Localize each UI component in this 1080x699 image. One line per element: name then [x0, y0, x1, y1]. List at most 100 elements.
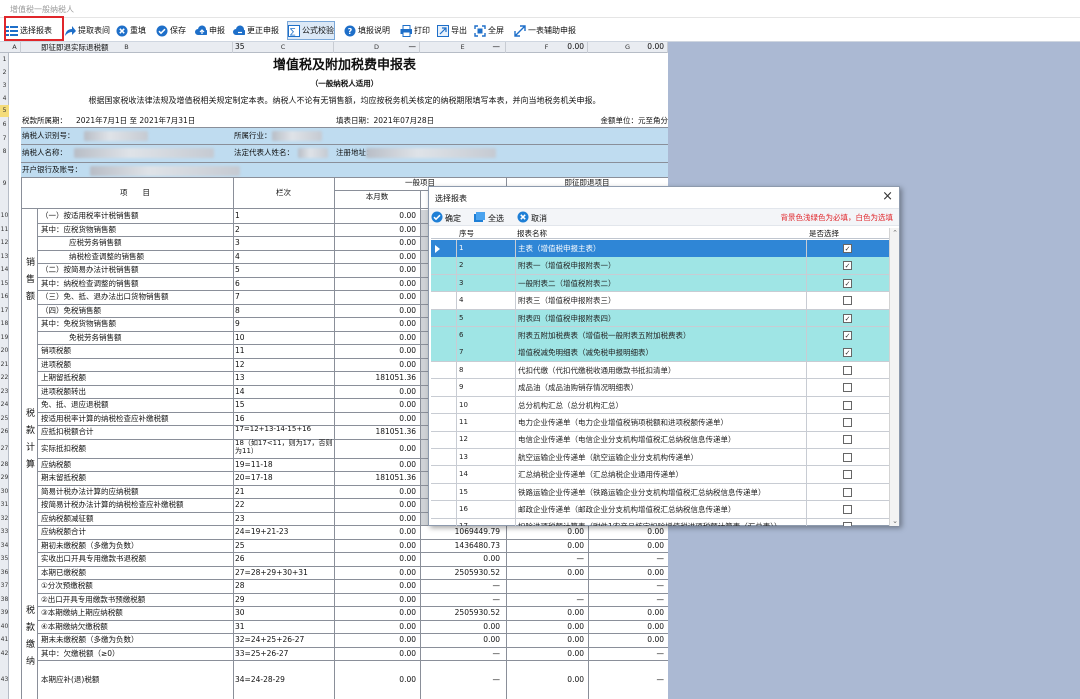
report-row[interactable]: 8 代扣代缴（代扣代缴税收通用缴款书抵扣清单）	[431, 361, 889, 380]
row-accumulated: —	[492, 675, 501, 684]
row-header[interactable]: 29	[0, 471, 9, 485]
report-row[interactable]: 1 主表（增值税申报主表） ✓	[431, 240, 889, 258]
report-row[interactable]: 5 附表四（增值税申报附表四） ✓	[431, 309, 889, 328]
row-header[interactable]: 41	[0, 633, 9, 647]
row-header[interactable]: 23	[0, 385, 9, 399]
row-header[interactable]: 15	[0, 277, 9, 291]
report-row[interactable]: 2 附表一（增值税申报附表一） ✓	[431, 257, 889, 275]
toolbar-button-12[interactable]: 一表辅助申报	[514, 21, 576, 40]
row-header[interactable]: 3	[0, 79, 9, 93]
row-checkbox[interactable]	[843, 470, 852, 480]
row-header[interactable]: 6	[0, 117, 9, 132]
report-row[interactable]: 7 增值税减免明细表（减免税申报明细表） ✓	[431, 344, 889, 362]
scroll-up-icon[interactable]: ⌃	[891, 229, 899, 237]
select-report-dialog[interactable]: 选择报表 × 确定 全选 取消 背景色浅绿色为必填，白色为选填 序号 报表名称 …	[428, 186, 900, 526]
toolbar-button-8[interactable]: ? 填报说明	[344, 21, 390, 40]
report-grid[interactable]: 序号 报表名称 是否选择 1 主表（增值税申报主表） ✓ 2 附表一（增值税申报附表一）…	[431, 228, 889, 526]
row-header[interactable]: 2	[0, 67, 9, 79]
toolbar-button-4[interactable]: 保存	[156, 21, 186, 40]
row-header[interactable]: 13	[0, 250, 9, 264]
row-header[interactable]: 8	[0, 146, 9, 158]
toolbar-button-2[interactable]: 提取表间	[64, 21, 110, 40]
row-checkbox[interactable]: ✓	[843, 278, 852, 288]
report-row[interactable]: 13 航空运输企业传递单（航空运输企业分支机构传递单）	[431, 448, 889, 467]
row-header[interactable]: 21	[0, 358, 9, 372]
row-checkbox[interactable]: ✓	[843, 244, 852, 253]
row-checkbox[interactable]: ✓	[843, 261, 852, 271]
row-header[interactable]: 14	[0, 263, 9, 277]
row-separator	[456, 274, 457, 292]
report-row[interactable]: 9 成品油（成品油购销存情况明细表）	[431, 379, 889, 397]
row-header[interactable]: 27	[0, 439, 9, 458]
report-row[interactable]: 10 总分机构汇总（总分机构汇总）	[431, 396, 889, 415]
row-header[interactable]: 34	[0, 539, 9, 553]
row-header[interactable]: 32	[0, 512, 9, 526]
row-header[interactable]: 11	[0, 223, 9, 237]
row-header[interactable]: 7	[0, 132, 9, 146]
row-header[interactable]: 37	[0, 579, 9, 593]
row-header[interactable]: 1	[0, 53, 9, 67]
row-header[interactable]: 12	[0, 236, 9, 250]
row-header[interactable]: 5	[0, 105, 9, 117]
row-header[interactable]: 19	[0, 331, 9, 345]
row-header[interactable]: 9	[0, 158, 9, 209]
toolbar-button-6[interactable]: 更正申报	[233, 21, 279, 40]
scroll-down-icon[interactable]: ⌄	[891, 517, 899, 525]
row-header[interactable]: 4	[0, 93, 9, 105]
row-checkbox[interactable]	[843, 435, 852, 445]
row-header[interactable]: 26	[0, 425, 9, 439]
report-row[interactable]: 15 铁路运输企业传递单（铁路运输企业分支机构增值税汇总纳税信息传递单）	[431, 483, 889, 502]
row-checkbox[interactable]: ✓	[843, 331, 852, 340]
select-all-button[interactable]: 全选	[473, 211, 504, 225]
row-header[interactable]: 35	[0, 552, 9, 566]
confirm-button[interactable]: 确定	[431, 211, 461, 225]
report-row[interactable]: 14 汇总纳税企业传递单（汇总纳税企业通用传递单）	[431, 466, 889, 484]
toolbar-button-11[interactable]: 全屏	[474, 21, 504, 40]
row-header[interactable]: 39	[0, 606, 9, 620]
row-header[interactable]: 17	[0, 304, 9, 318]
row-checkbox[interactable]	[843, 452, 852, 462]
row-checkbox[interactable]	[843, 383, 852, 393]
row-checkbox[interactable]	[843, 418, 852, 427]
row-header[interactable]: 10	[0, 209, 9, 223]
row-header[interactable]: 40	[0, 620, 9, 634]
report-row[interactable]: 17 扣除进项税额计算表（附件1农产品核定扣除增值税进项税额计算表（汇总表））	[431, 518, 889, 526]
row-header[interactable]: 24	[0, 398, 9, 412]
row-header[interactable]: 42	[0, 647, 9, 661]
row-header[interactable]: 25	[0, 412, 9, 426]
row-header[interactable]: 31	[0, 498, 9, 512]
row-header[interactable]: 43	[0, 660, 9, 699]
column-header-A[interactable]: A	[9, 42, 21, 53]
toolbar-button-9[interactable]: 打印	[400, 21, 430, 40]
toolbar-button-3[interactable]: 重填	[116, 21, 146, 40]
report-row[interactable]: 16 邮政企业传递单（邮政企业分支机构增值税汇总纳税信息传递单）	[431, 501, 889, 519]
row-checkbox[interactable]	[843, 365, 852, 375]
cancel-button[interactable]: 取消	[517, 211, 547, 225]
row-header[interactable]: 38	[0, 593, 9, 607]
report-row[interactable]: 6 附表五附加税费表（增值税一般附表五附加税费表） ✓	[431, 327, 889, 345]
row-checkbox[interactable]	[843, 505, 852, 514]
row-header[interactable]: 16	[0, 290, 9, 304]
row-header[interactable]: 36	[0, 566, 9, 580]
row-header[interactable]: 33	[0, 525, 9, 539]
report-row[interactable]: 12 电信企业传递单（电信企业分支机构增值税汇总纳税信息传递单）	[431, 431, 889, 449]
row-checkbox[interactable]: ✓	[843, 313, 852, 323]
row-header[interactable]: 20	[0, 344, 9, 358]
toolbar-button-10[interactable]: 导出	[437, 21, 467, 40]
row-checkbox[interactable]	[843, 522, 852, 526]
row-header[interactable]: 30	[0, 485, 9, 499]
row-checkbox[interactable]: ✓	[843, 348, 852, 358]
report-row[interactable]: 3 一般附表二（增值税附表二） ✓	[431, 274, 889, 293]
report-row[interactable]: 11 电力企业传递单（电力企业增值税销项税额和进项税额传递单）	[431, 414, 889, 432]
row-checkbox[interactable]	[843, 400, 852, 410]
report-row[interactable]: 4 附表三（增值税申报附表三）	[431, 292, 889, 310]
toolbar-button-5[interactable]: 申报	[195, 21, 225, 40]
grid-scrollbar[interactable]: ⌃ ⌄	[889, 228, 899, 526]
row-checkbox[interactable]	[843, 296, 852, 306]
close-icon[interactable]: ×	[882, 189, 893, 204]
row-header[interactable]: 22	[0, 371, 9, 385]
toolbar-button-7[interactable]: ∑ 公式校验	[287, 21, 335, 40]
row-header[interactable]: 18	[0, 317, 9, 331]
row-checkbox[interactable]	[843, 487, 852, 497]
row-header[interactable]: 28	[0, 458, 9, 472]
